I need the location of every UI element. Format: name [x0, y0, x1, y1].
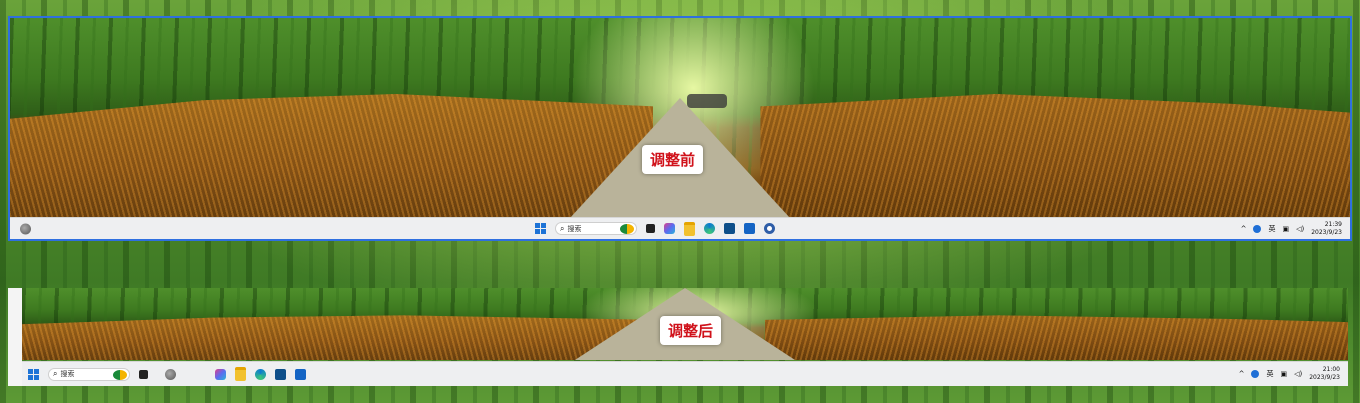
onedrive-icon[interactable] [1251, 370, 1260, 378]
tray-chevron-icon[interactable]: ^ [1239, 370, 1245, 378]
left-strip [8, 288, 22, 386]
ime-indicator[interactable]: 英 [1266, 369, 1273, 379]
before-label: 调整前 [642, 145, 704, 174]
search-input[interactable]: ⌕ 搜索 [555, 222, 637, 235]
clock-time: 21:00 [1322, 366, 1340, 373]
task-view-icon[interactable] [646, 224, 655, 233]
task-view-icon[interactable] [139, 369, 148, 379]
grass-left [22, 315, 659, 360]
taskbar-before: ⌕ 搜索 ^ 英 ▣ ◁) 21:39 2023/9/23 [10, 217, 1350, 239]
after-label: 调整后 [660, 316, 722, 345]
search-placeholder: 搜索 [60, 370, 75, 378]
ime-indicator[interactable]: 英 [1268, 224, 1275, 234]
wallpaper-before [10, 18, 1350, 218]
search-placeholder: 搜索 [567, 224, 582, 233]
panel-before: 调整前 ⌕ 搜索 ^ 英 ▣ ◁) 21:39 2023/9/23 [8, 16, 1352, 241]
taskbar-after: ⌕ 搜索 ^ 英 ▣ ◁) 21:00 2023/9/23 [22, 361, 1348, 386]
start-icon[interactable] [535, 223, 546, 234]
settings-icon[interactable] [764, 223, 775, 234]
grass-right [760, 94, 1350, 218]
volume-icon[interactable]: ◁) [1294, 370, 1302, 378]
clock[interactable]: 21:39 2023/9/23 [1311, 221, 1342, 237]
file-explorer-icon[interactable] [235, 367, 246, 381]
edge-icon[interactable] [704, 223, 715, 234]
copilot-icon[interactable] [664, 223, 675, 234]
people [686, 94, 727, 108]
start-icon[interactable] [28, 368, 39, 380]
panel-after: 调整后 ⌕ 搜索 ^ 英 ▣ ◁) 21:00 2023/9/23 [8, 288, 1348, 386]
search-highlight-icon [113, 369, 127, 380]
grass-right [764, 315, 1348, 360]
clock-date: 2023/9/23 [1311, 228, 1342, 236]
edge-icon[interactable] [255, 368, 266, 380]
grass-left [10, 94, 654, 218]
copilot-icon[interactable] [215, 368, 226, 380]
clock-date: 2023/9/23 [1309, 374, 1340, 381]
search-input[interactable]: ⌕ 搜索 [48, 367, 130, 381]
search-icon: ⌕ [53, 369, 58, 378]
store-icon[interactable] [275, 368, 286, 380]
clock-time: 21:39 [1324, 220, 1342, 228]
widget-icon[interactable] [20, 223, 31, 234]
file-explorer-icon[interactable] [684, 221, 695, 236]
volume-icon[interactable]: ◁) [1296, 225, 1304, 233]
outlook-icon[interactable] [744, 223, 755, 234]
tray-chevron-icon[interactable]: ^ [1241, 225, 1247, 233]
search-highlight-icon [620, 224, 634, 234]
search-icon: ⌕ [560, 223, 565, 233]
outlook-icon[interactable] [295, 368, 306, 380]
onedrive-icon[interactable] [1253, 224, 1262, 233]
store-icon[interactable] [724, 223, 735, 234]
widget-icon[interactable] [165, 368, 176, 380]
clock[interactable]: 21:00 2023/9/23 [1309, 366, 1340, 382]
network-icon[interactable]: ▣ [1280, 370, 1287, 378]
network-icon[interactable]: ▣ [1282, 225, 1289, 233]
